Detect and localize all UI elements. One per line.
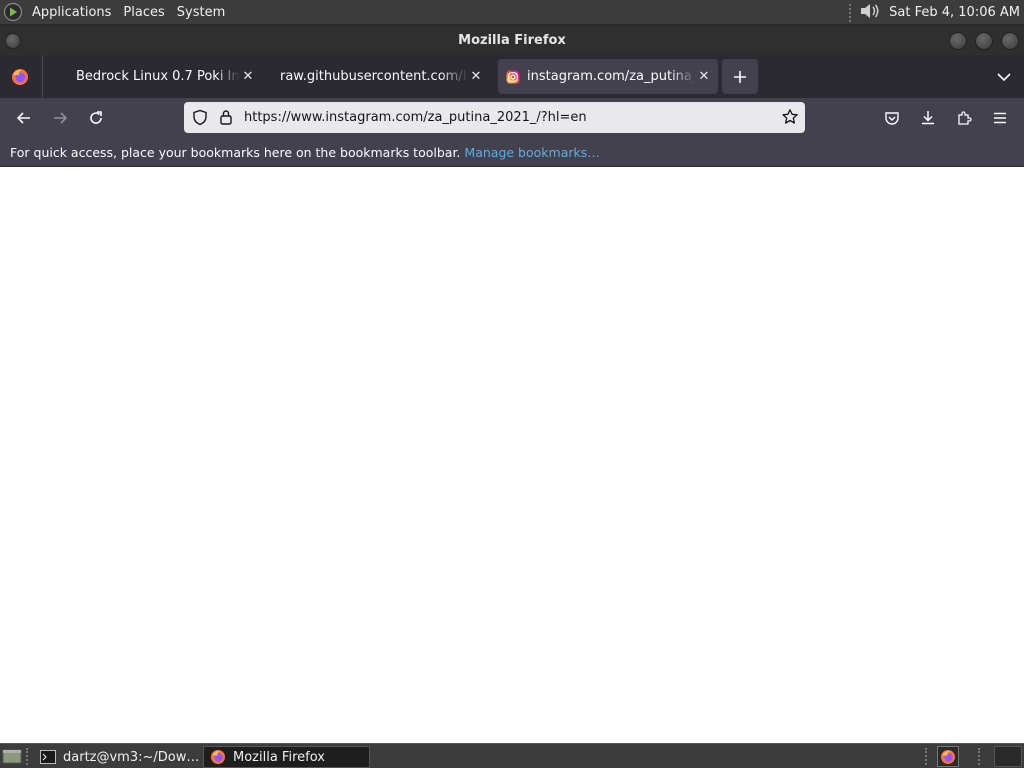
page-content-area[interactable] [0,168,1024,743]
chevron-down-icon [997,73,1011,82]
puzzle-piece-icon [958,111,972,125]
new-tab-button[interactable] [722,59,758,94]
firefox-view-icon[interactable] [10,67,30,87]
top-panel: Applications Places System Sat Feb 4, 10… [0,0,1024,25]
lock-icon[interactable] [219,109,233,130]
distro-logo-icon[interactable] [0,0,26,25]
close-tab-icon[interactable]: ✕ [696,69,712,85]
minimize-button[interactable] [949,32,967,50]
instagram-icon [506,70,520,83]
app-menu-button[interactable] [988,106,1012,130]
downloads-button[interactable] [916,106,940,130]
workspace-switcher[interactable] [994,746,1022,767]
show-desktop-icon [2,749,22,764]
reload-button[interactable] [84,106,108,130]
volume-icon[interactable] [859,1,881,25]
hamburger-menu-icon [994,112,1006,124]
terminal-icon [40,750,56,764]
pocket-icon [885,112,899,125]
window-title: Mozilla Firefox [458,32,566,48]
tracking-protection-shield-icon[interactable] [192,109,208,130]
places-menu[interactable]: Places [117,0,170,25]
arrow-right-icon [54,112,68,124]
extensions-button[interactable] [952,106,976,130]
close-tab-icon[interactable]: ✕ [240,69,256,85]
panel-separator [26,748,30,765]
tab-title: Bedrock Linux 0.7 Poki Installation [76,69,240,84]
panel-separator [849,3,853,22]
tab-strip: Bedrock Linux 0.7 Poki Installation ✕ ra… [0,55,1024,98]
address-bar[interactable]: https://www.instagram.com/za_putina_2021… [184,102,805,133]
pocket-button[interactable] [880,106,904,130]
taskbar-item-label: Mozilla Firefox [233,749,325,765]
bookmark-star-icon[interactable] [781,108,799,130]
navigation-toolbar: https://www.instagram.com/za_putina_2021… [0,98,1024,138]
system-menu[interactable]: System [171,0,231,25]
close-tab-icon[interactable]: ✕ [468,69,484,85]
tab-title: raw.githubusercontent.com/bedrocklinux [280,69,468,84]
window-titlebar[interactable]: Mozilla Firefox [0,25,1024,55]
tab-title: instagram.com/za_putina_2021_/?hl=en [527,69,696,84]
manage-bookmarks-link[interactable]: Manage bookmarks… [464,145,599,160]
arrow-left-icon [16,112,30,124]
forward-button[interactable] [48,106,72,130]
tab-raw-githubusercontent[interactable]: raw.githubusercontent.com/bedrocklinux ✕ [266,59,490,94]
reload-icon [90,111,102,124]
firefox-icon [211,750,225,764]
taskbar-item-firefox[interactable]: Mozilla Firefox [203,746,370,768]
bottom-panel: dartz@vm3:~/Dow… Mozilla Firefox [0,743,1024,768]
panel-separator [925,748,929,765]
bookmarks-toolbar: For quick access, place your bookmarks h… [0,138,1024,167]
download-icon [922,111,934,125]
tab-divider [42,55,43,98]
taskbar-item-terminal[interactable]: dartz@vm3:~/Dow… [34,746,200,768]
taskbar-item-label: dartz@vm3:~/Dow… [63,749,200,765]
url-text[interactable]: https://www.instagram.com/za_putina_2021… [244,102,587,133]
firefox-icon [941,749,955,764]
panel-clock[interactable]: Sat Feb 4, 10:06 AM [881,5,1024,20]
tab-instagram[interactable]: instagram.com/za_putina_2021_/?hl=en ✕ [498,59,718,94]
notification-area-firefox[interactable] [937,746,959,767]
list-all-tabs-button[interactable] [994,68,1014,86]
plus-icon [734,70,746,83]
tab-bedrock-linux[interactable]: Bedrock Linux 0.7 Poki Installation ✕ [62,59,262,94]
close-window-button[interactable] [1001,32,1019,50]
panel-separator [978,748,982,765]
bookmarks-toolbar-hint: For quick access, place your bookmarks h… [10,144,461,160]
window-menu-button[interactable] [5,33,21,49]
show-desktop-button[interactable] [2,748,22,765]
back-button[interactable] [12,106,36,130]
applications-menu[interactable]: Applications [26,0,117,25]
maximize-button[interactable] [975,32,993,50]
